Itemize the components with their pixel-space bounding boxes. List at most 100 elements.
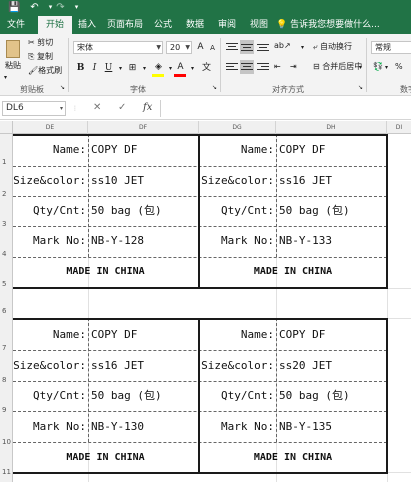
tell-me-box[interactable]: 💡 告诉我您想要做什么... <box>276 16 380 34</box>
row-header[interactable]: 5 <box>0 280 13 288</box>
tab-insert[interactable]: 插入 <box>76 16 98 34</box>
alignment-launcher-icon[interactable]: ↘ <box>358 82 363 94</box>
name-label: Name: <box>240 143 274 156</box>
name-box[interactable]: DL6 ▾ <box>2 101 66 116</box>
paste-button[interactable]: 粘贴 <box>5 60 21 72</box>
name-value[interactable]: COPY DF <box>279 328 325 342</box>
enter-icon[interactable]: ✓ <box>118 102 126 113</box>
chevron-down-icon[interactable]: ▾ <box>359 62 362 74</box>
qty-value[interactable]: 50 bag (包) <box>279 389 350 403</box>
align-left-icon[interactable] <box>226 62 238 72</box>
orientation-icon[interactable]: ab↗ <box>274 40 291 52</box>
name-value[interactable]: COPY DF <box>91 143 137 157</box>
font-color-swatch <box>174 74 186 77</box>
tab-formulas[interactable]: 公式 <box>152 16 174 34</box>
row-header[interactable]: 2 <box>0 190 13 198</box>
percent-icon[interactable]: % <box>395 61 403 73</box>
chevron-down-icon[interactable]: ▾ <box>385 62 388 74</box>
tab-data[interactable]: 数据 <box>184 16 206 34</box>
column-header[interactable]: DH <box>276 121 387 134</box>
tab-file[interactable]: 文件 <box>2 16 30 34</box>
tab-page-layout[interactable]: 页面布局 <box>104 16 146 34</box>
row-header[interactable]: 4 <box>0 250 13 258</box>
row-header[interactable]: 10 <box>0 438 13 446</box>
align-top-icon[interactable] <box>226 42 238 52</box>
chevron-down-icon[interactable]: ▾ <box>186 62 199 75</box>
size-color-value[interactable]: ss10 JET <box>91 174 144 188</box>
name-value[interactable]: COPY DF <box>91 328 137 342</box>
made-in-china[interactable]: MADE IN CHINA <box>200 451 386 465</box>
format-painter-button[interactable]: 🖌格式刷 <box>28 65 62 77</box>
number-group-label: 数字 <box>400 85 411 94</box>
chevron-down-icon[interactable]: ▾ <box>4 72 7 84</box>
italic-button[interactable]: I <box>88 62 101 75</box>
decrease-indent-icon[interactable]: ⇤ <box>274 61 281 73</box>
column-header[interactable]: DI <box>387 121 411 134</box>
made-in-china[interactable]: MADE IN CHINA <box>13 265 198 279</box>
bold-button[interactable]: B <box>74 62 87 75</box>
more-icon: ⋮ <box>72 105 78 112</box>
wrap-text-button[interactable]: ⤶ 自动换行 <box>313 41 352 53</box>
column-header[interactable]: DF <box>88 121 199 134</box>
brush-icon: 🖌 <box>28 66 39 75</box>
mark-value[interactable]: NB-Y-133 <box>279 234 332 248</box>
name-label: Name: <box>52 328 86 341</box>
mark-value[interactable]: NB-Y-135 <box>279 420 332 434</box>
align-right-icon[interactable] <box>257 62 269 72</box>
font-group-label: 字体 <box>130 85 146 94</box>
clipboard-group-label: 剪贴板 <box>20 85 44 94</box>
shrink-font-button[interactable]: A <box>206 42 219 55</box>
name-value[interactable]: COPY DF <box>279 143 325 157</box>
number-format-select[interactable]: 常规 <box>371 41 411 54</box>
chevron-down-icon[interactable]: ▾ <box>60 102 63 115</box>
paste-icon[interactable] <box>6 40 20 58</box>
font-name-select[interactable]: 宋体 ▼ <box>73 41 163 54</box>
tab-view[interactable]: 视图 <box>248 16 270 34</box>
increase-indent-icon[interactable]: ⇥ <box>290 61 297 73</box>
mark-label: Mark No: <box>33 234 86 247</box>
copy-button[interactable]: ⎘ 复制 <box>28 51 53 63</box>
undo-icon[interactable]: ↶ <box>28 1 41 14</box>
column-header[interactable]: DG <box>199 121 276 134</box>
insert-function-icon[interactable]: fx <box>143 102 152 113</box>
column-header[interactable]: DE <box>13 121 88 134</box>
chevron-down-icon[interactable]: ▾ <box>138 62 151 75</box>
row-header[interactable]: 9 <box>0 406 13 414</box>
merge-center-button[interactable]: ⊟ 合并后居中 <box>313 61 362 73</box>
font-launcher-icon[interactable]: ↘ <box>212 82 217 94</box>
font-size-select[interactable]: 20 ▼ <box>166 41 192 54</box>
align-center-button[interactable] <box>240 60 254 74</box>
row-header[interactable]: 3 <box>0 220 13 228</box>
chevron-down-icon: ▼ <box>185 44 190 51</box>
align-bottom-icon[interactable] <box>257 42 269 52</box>
qty-value[interactable]: 50 bag (包) <box>91 389 162 403</box>
row-header[interactable]: 11 <box>0 468 13 476</box>
row-header[interactable]: 8 <box>0 376 13 384</box>
clipboard-launcher-icon[interactable]: ↘ <box>60 82 65 94</box>
redo-icon[interactable]: ↷ <box>54 1 67 14</box>
made-in-china[interactable]: MADE IN CHINA <box>200 265 386 279</box>
size-color-value[interactable]: ss20 JET <box>279 359 332 373</box>
row-header[interactable]: 6 <box>0 307 13 315</box>
customize-qat-icon[interactable]: ▾ <box>70 1 83 14</box>
formula-input[interactable] <box>165 102 405 116</box>
mark-value[interactable]: NB-Y-130 <box>91 420 144 434</box>
made-in-china[interactable]: MADE IN CHINA <box>13 451 198 465</box>
tab-home[interactable]: 开始 <box>38 16 72 34</box>
size-color-value[interactable]: ss16 JET <box>91 359 144 373</box>
cancel-icon[interactable]: ✕ <box>93 102 101 113</box>
qty-value[interactable]: 50 bag (包) <box>91 204 162 218</box>
align-middle-button[interactable] <box>240 40 254 54</box>
cut-button[interactable]: ✂ 剪切 <box>28 37 53 49</box>
currency-icon[interactable]: 💱 <box>373 61 383 73</box>
save-icon[interactable]: 💾 <box>8 1 21 14</box>
tab-review[interactable]: 审阅 <box>216 16 238 34</box>
phonetic-icon[interactable]: 文 <box>200 62 213 75</box>
qty-value[interactable]: 50 bag (包) <box>279 204 350 218</box>
chevron-down-icon[interactable]: ▾ <box>301 42 304 54</box>
size-color-value[interactable]: ss16 JET <box>279 174 332 188</box>
mark-value[interactable]: NB-Y-128 <box>91 234 144 248</box>
select-all-corner[interactable] <box>0 121 13 134</box>
row-header[interactable]: 1 <box>0 158 13 166</box>
row-header[interactable]: 7 <box>0 344 13 352</box>
